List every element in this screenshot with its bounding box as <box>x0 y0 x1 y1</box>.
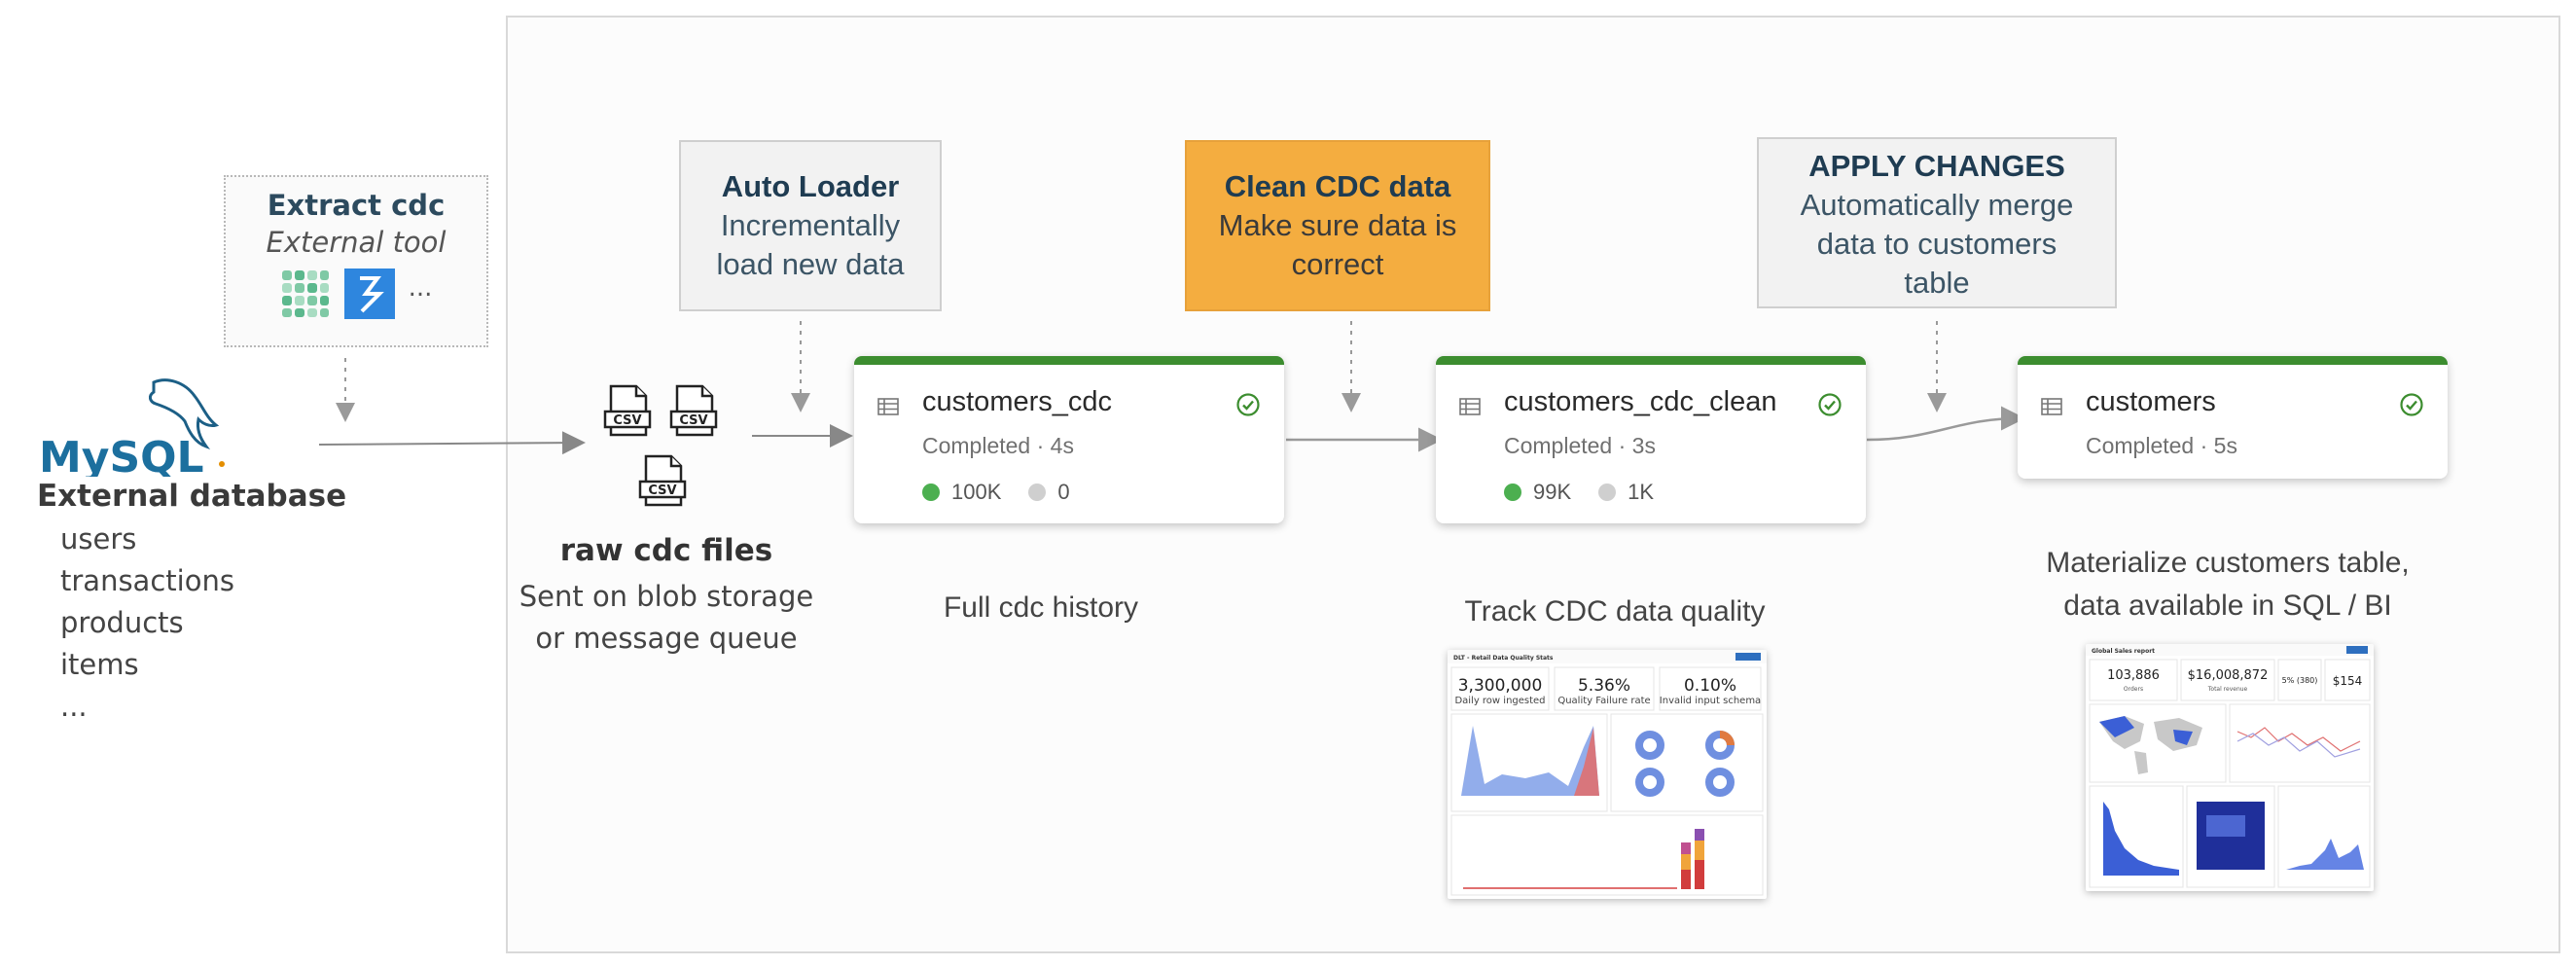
csv-files-icon: CSV CSV CSV <box>603 384 718 507</box>
sales-kpi-label: Total revenue <box>2207 686 2248 693</box>
stage-title: Auto Loader <box>721 169 900 203</box>
stage-line: Make sure data is <box>1218 208 1457 242</box>
node-stats: 100K 0 <box>922 480 1070 505</box>
dropped-dot-icon <box>1598 484 1617 501</box>
extract-title: Extract cdc <box>267 189 446 222</box>
sales-kpi-value: $154 <box>2333 674 2363 688</box>
stage-line: table <box>1904 266 1970 300</box>
stage-auto-loader: Auto Loader Incrementally load new data <box>679 140 942 311</box>
external-database-title: External database <box>37 479 347 514</box>
node-name: customers_cdc_clean <box>1504 386 1777 417</box>
more-tools-ellipsis: ... <box>408 273 433 303</box>
fivetran-logo-icon <box>281 270 329 317</box>
extract-cdc-box: Extract cdc External tool ... <box>224 175 488 347</box>
dq-kpi-label: Daily row ingested <box>1454 696 1545 706</box>
raw-files-description: Sent on blob storage or message queue <box>506 576 827 660</box>
list-item: transactions <box>60 564 234 597</box>
sales-kpi-label: Orders <box>2124 686 2143 693</box>
dropped-dot-icon <box>1028 484 1047 501</box>
written-dot-icon <box>922 484 940 501</box>
arrow-db-to-files <box>318 431 586 455</box>
dq-kpi-value: 5.36% <box>1578 676 1630 696</box>
tool-logos: ... <box>226 269 486 319</box>
node-stats: 99K 1K <box>1504 480 1654 505</box>
written-count: 100K <box>951 480 1002 504</box>
stage-title: Clean CDC data <box>1224 169 1451 203</box>
check-circle-icon <box>1818 393 1842 416</box>
stage-line: correct <box>1291 247 1384 281</box>
check-circle-icon <box>1236 393 1260 416</box>
stage-line: data to customers <box>1816 227 2057 261</box>
svg-text:CSV: CSV <box>648 484 676 498</box>
raw-files-desc-line: Sent on blob storage <box>519 580 814 613</box>
raw-files-desc-line: or message queue <box>535 622 798 655</box>
sales-dashboard: Global Sales report 103,886 Orders $16,0… <box>2086 644 2374 891</box>
stage-title: APPLY CHANGES <box>1808 149 2065 183</box>
list-item: ... <box>60 690 88 723</box>
node-status: Completed · 3s <box>1504 433 1656 458</box>
list-item: products <box>60 606 184 639</box>
stage-clean-cdc: Clean CDC data Make sure data is correct <box>1185 140 1490 311</box>
list-item: users <box>60 522 137 555</box>
dq-kpi-label: Invalid input schema <box>1660 696 1761 706</box>
dropped-count: 0 <box>1057 480 1070 504</box>
arrow-clean-to-customers <box>1866 406 2025 442</box>
dq-kpi-value: 3,300,000 <box>1458 676 1543 696</box>
dq-kpi-value: 0.10% <box>1684 676 1736 696</box>
caption-quality: Track CDC data quality <box>1464 595 1766 627</box>
node-customers-cdc[interactable]: customers_cdc Completed · 4s 100K 0 <box>854 356 1284 523</box>
check-circle-icon <box>2400 393 2423 416</box>
table-icon <box>877 398 899 415</box>
list-item: items <box>60 648 139 681</box>
sales-kpi-value: 5% (380) <box>2282 676 2318 685</box>
svg-text:CSV: CSV <box>679 413 707 428</box>
node-customers[interactable]: customers Completed · 5s <box>2018 356 2448 479</box>
caption-materialize: Materialize customers table, data availa… <box>2004 542 2451 627</box>
stage-line: Incrementally <box>720 208 901 242</box>
caption-line: Materialize customers table, <box>2046 547 2410 579</box>
table-list: users transactions products items ... <box>60 519 234 728</box>
mysql-logo: MySQL <box>39 378 225 477</box>
stage-line: load new data <box>716 247 905 281</box>
caption-cdc-history: Full cdc history <box>943 591 1139 624</box>
node-customers-cdc-clean[interactable]: customers_cdc_clean Completed · 3s 99K 1… <box>1436 356 1866 523</box>
sales-kpi-value: 103,886 <box>2107 668 2160 683</box>
table-icon <box>1459 398 1481 415</box>
sales-dashboard-title: Global Sales report <box>2092 648 2155 655</box>
caption-line: data available in SQL / BI <box>2063 590 2392 622</box>
dq-dashboard-title: DLT - Retail Data Quality Stats <box>1453 655 1554 662</box>
written-count: 99K <box>1533 480 1572 504</box>
streamsets-logo-icon <box>343 269 395 319</box>
table-icon <box>2041 398 2062 415</box>
svg-text:MySQL: MySQL <box>39 433 204 477</box>
node-status: Completed · 4s <box>922 433 1074 458</box>
data-quality-dashboard: DLT - Retail Data Quality Stats 3,300,00… <box>1448 650 1767 899</box>
stage-apply-changes: APPLY CHANGES Automatically merge data t… <box>1757 137 2117 308</box>
node-name: customers <box>2086 386 2216 417</box>
node-status: Completed · 5s <box>2086 433 2237 458</box>
dropped-count: 1K <box>1628 480 1655 504</box>
dq-kpi-label: Quality Failure rate <box>1557 696 1650 706</box>
sales-kpi-value: $16,008,872 <box>2188 668 2269 683</box>
stage-line: Automatically merge <box>1800 188 2074 222</box>
written-dot-icon <box>1504 484 1521 501</box>
raw-files-title: raw cdc files <box>559 533 773 568</box>
node-name: customers_cdc <box>922 386 1113 417</box>
extract-subtitle: External tool <box>266 226 447 259</box>
svg-text:CSV: CSV <box>613 413 641 428</box>
